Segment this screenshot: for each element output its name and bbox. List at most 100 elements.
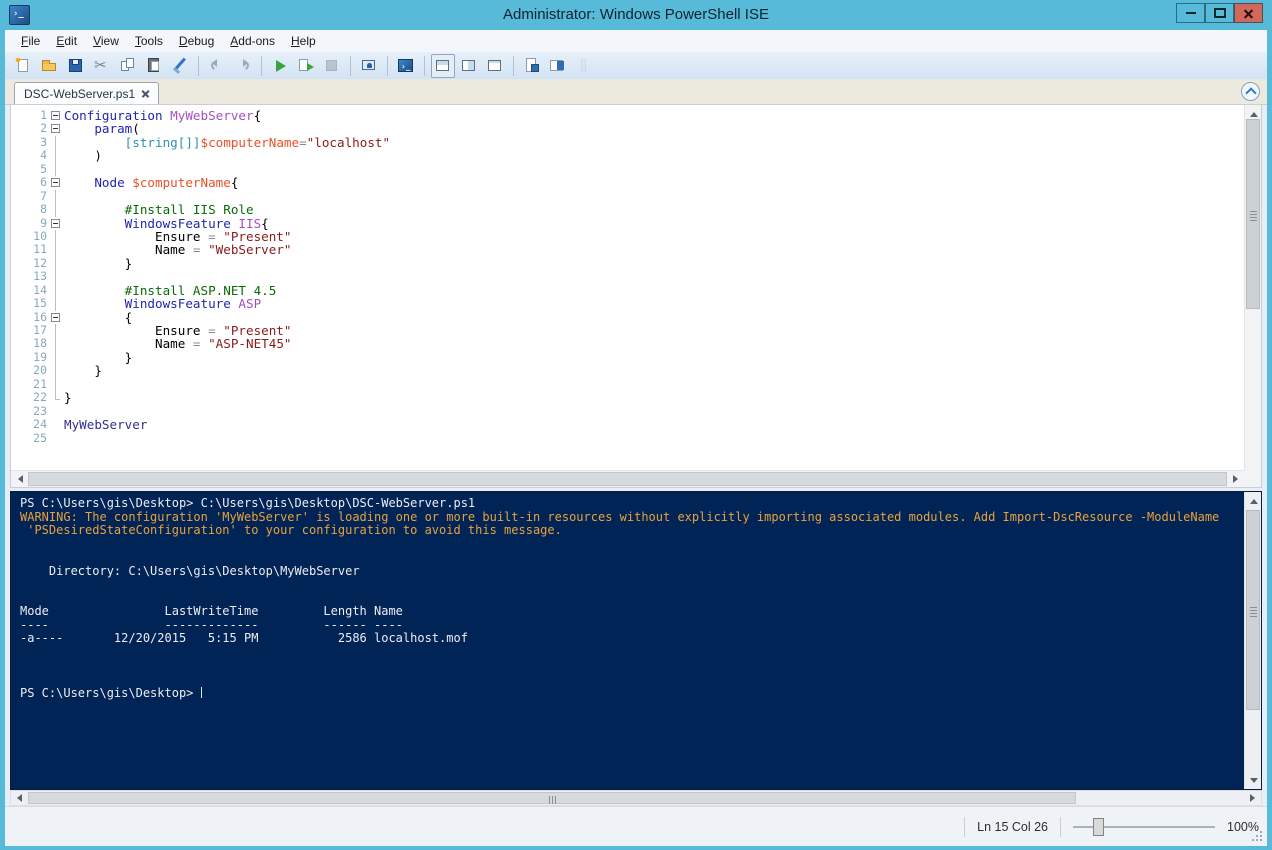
editor-vertical-scrollbar[interactable] <box>1244 105 1261 487</box>
fold-toggle[interactable] <box>47 122 64 135</box>
arrow-down-icon <box>1250 778 1258 787</box>
console-line <box>20 660 1244 674</box>
code-line[interactable]: 2 param( <box>11 122 1244 135</box>
menu-item-add-ons[interactable]: Add-ons <box>222 31 283 51</box>
code-line[interactable]: 12 } <box>11 257 1244 270</box>
scroll-up-button[interactable] <box>1245 492 1262 509</box>
line-number: 16 <box>11 311 47 324</box>
code-area[interactable]: 1Configuration MyWebServer{2 param(3 [st… <box>11 105 1244 470</box>
fold-toggle[interactable] <box>47 217 64 230</box>
zoom-slider-handle[interactable] <box>1093 818 1104 836</box>
menu-item-help[interactable]: Help <box>283 31 324 51</box>
clear-console-button[interactable] <box>168 54 192 78</box>
console-line <box>20 592 1244 606</box>
fold-toggle[interactable] <box>47 311 64 324</box>
fold-toggle[interactable] <box>47 109 64 122</box>
tab-dsc-webserver[interactable]: DSC-WebServer.ps1 <box>14 82 159 104</box>
show-command-addon-button[interactable] <box>546 54 570 78</box>
code-line[interactable]: 20 } <box>11 364 1244 377</box>
menu-item-view[interactable]: View <box>85 31 127 51</box>
line-number: 18 <box>11 337 47 350</box>
code-line[interactable]: 19 } <box>11 351 1244 364</box>
collapse-minus-icon <box>51 124 60 133</box>
code-line[interactable]: 3 [string[]]$computerName="localhost" <box>11 136 1244 149</box>
code-line[interactable]: 5 <box>11 163 1244 176</box>
copy-button[interactable] <box>116 54 140 78</box>
undo-button[interactable] <box>205 54 229 78</box>
open-script-button[interactable] <box>38 54 62 78</box>
fold-gutter <box>47 163 64 176</box>
console-pane[interactable]: PS C:\Users\gis\Desktop> C:\Users\gis\De… <box>10 491 1262 790</box>
run-script-button[interactable] <box>268 54 292 78</box>
new-script-button[interactable] <box>12 54 36 78</box>
zoom-slider[interactable] <box>1073 817 1215 837</box>
line-number: 8 <box>11 203 47 216</box>
code-line[interactable]: 13 <box>11 270 1244 283</box>
console-vertical-scrollbar[interactable] <box>1244 492 1261 789</box>
code-line[interactable]: 14 #Install ASP.NET 4.5 <box>11 284 1244 297</box>
menu-item-debug[interactable]: Debug <box>171 31 222 51</box>
code-line[interactable]: 11 Name = "WebServer" <box>11 243 1244 256</box>
save-button[interactable] <box>64 54 88 78</box>
code-line[interactable]: 25 <box>11 432 1244 445</box>
status-separator <box>1060 817 1061 837</box>
fold-gutter <box>47 270 64 283</box>
fold-toggle[interactable] <box>47 176 64 189</box>
menu-item-tools[interactable]: Tools <box>127 31 171 51</box>
code-line[interactable]: 10 Ensure = "Present" <box>11 230 1244 243</box>
code-line[interactable]: 17 Ensure = "Present" <box>11 324 1244 337</box>
layout-top-button[interactable] <box>431 54 455 78</box>
code-line[interactable]: 15 WindowsFeature ASP <box>11 297 1244 310</box>
menu-item-file[interactable]: File <box>13 31 48 51</box>
tab-close-icon[interactable] <box>142 90 149 97</box>
console-line: PS C:\Users\gis\Desktop> <box>20 687 1244 701</box>
code-text: param( <box>64 122 140 135</box>
layout-max-button[interactable] <box>483 54 507 78</box>
code-line[interactable]: 6 Node $computerName{ <box>11 176 1244 189</box>
cut-button[interactable] <box>90 54 114 78</box>
close-button[interactable] <box>1234 3 1263 23</box>
scroll-down-button[interactable] <box>1245 772 1262 789</box>
code-text: Configuration MyWebServer{ <box>64 109 261 122</box>
code-line[interactable]: 7 <box>11 190 1244 203</box>
editor-hscrollbar-thumb[interactable] <box>28 472 1227 486</box>
fold-gutter <box>47 432 64 445</box>
new-remote-tab-button[interactable] <box>357 54 381 78</box>
layout-right-button[interactable] <box>457 54 481 78</box>
start-powershell-button[interactable] <box>394 54 418 78</box>
line-number: 15 <box>11 297 47 310</box>
show-command-window-button[interactable] <box>520 54 544 78</box>
code-line[interactable]: 21 <box>11 378 1244 391</box>
console-scrollbar-thumb[interactable] <box>1246 510 1260 710</box>
copy-icon <box>119 57 137 75</box>
arrow-left-icon <box>13 794 22 802</box>
console-horizontal-scrollbar[interactable] <box>10 790 1262 806</box>
code-line[interactable]: 23 <box>11 405 1244 418</box>
scroll-left-button[interactable] <box>11 470 28 487</box>
code-line[interactable]: 1Configuration MyWebServer{ <box>11 109 1244 122</box>
scroll-right-button[interactable] <box>1245 791 1261 805</box>
resize-grip[interactable] <box>1260 839 1262 841</box>
console-line: ---- ------------- ------ ---- <box>20 619 1244 633</box>
run-selection-button[interactable] <box>294 54 318 78</box>
console-hscrollbar-thumb[interactable] <box>28 792 1076 804</box>
console-output[interactable]: PS C:\Users\gis\Desktop> C:\Users\gis\De… <box>11 492 1244 789</box>
code-line[interactable]: 24MyWebServer <box>11 418 1244 431</box>
script-editor-pane[interactable]: 1Configuration MyWebServer{2 param(3 [st… <box>10 104 1262 488</box>
paste-button[interactable] <box>142 54 166 78</box>
scroll-right-button[interactable] <box>1227 470 1244 487</box>
minimize-button[interactable] <box>1176 3 1205 23</box>
maximize-button[interactable] <box>1205 3 1234 23</box>
editor-horizontal-scrollbar[interactable] <box>11 470 1244 487</box>
menu-item-edit[interactable]: Edit <box>48 31 85 51</box>
code-line[interactable]: 22} <box>11 391 1244 404</box>
code-line[interactable]: 9 WindowsFeature IIS{ <box>11 217 1244 230</box>
redo-button[interactable] <box>231 54 255 78</box>
code-line[interactable]: 4 ) <box>11 149 1244 162</box>
collapse-script-pane-button[interactable] <box>1241 82 1260 101</box>
code-line[interactable]: 16 { <box>11 311 1244 324</box>
editor-scrollbar-thumb[interactable] <box>1246 119 1260 309</box>
code-line[interactable]: 8 #Install IIS Role <box>11 203 1244 216</box>
code-line[interactable]: 18 Name = "ASP-NET45" <box>11 337 1244 350</box>
scroll-left-button[interactable] <box>11 791 27 805</box>
